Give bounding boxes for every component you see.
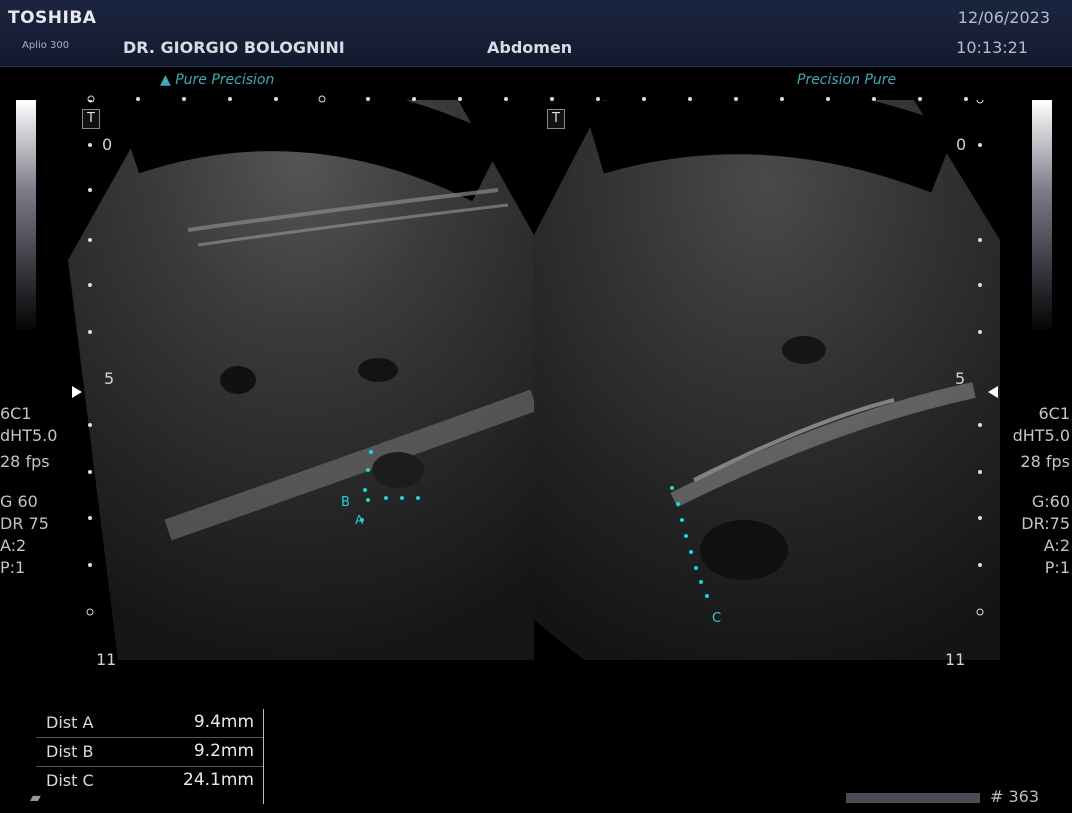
measurement-divider	[263, 709, 264, 804]
param-gain: G 60	[0, 492, 38, 511]
measurement-row: Dist A 9.4mm	[36, 709, 264, 738]
grayscale-bar-left	[16, 100, 36, 330]
measurement-row: Dist B 9.2mm	[36, 738, 264, 767]
param-gain: G:60	[1031, 492, 1070, 511]
ultrasound-image-left: B A	[68, 100, 534, 660]
depth-label-mid-left: 5	[104, 369, 115, 388]
measurement-row: Dist C 24.1mm	[36, 767, 264, 795]
param-dynamic-range: DR:75	[1021, 514, 1070, 533]
header-bar: TOSHIBA Aplio 300 DR. GIORGIO BOLOGNINI …	[0, 0, 1072, 67]
measurement-table: Dist A 9.4mm Dist B 9.2mm Dist C 24.1mm	[36, 709, 264, 795]
focus-marker-left	[72, 386, 82, 398]
depth-tick-row	[87, 95, 968, 103]
scan-params-left: 6C1 dHT5.0 28 fps G 60 DR 75 A:2 P:1	[0, 403, 57, 579]
param-framerate: 28 fps	[1020, 452, 1070, 471]
measurement-label: Dist A	[46, 713, 94, 732]
param-p: P:1	[1044, 558, 1070, 577]
device-model: Aplio 300	[22, 40, 70, 51]
probe-orientation-marker-left: T	[82, 109, 100, 129]
depth-label-top-right: 0	[956, 135, 967, 154]
exam-date: 12/06/2023	[957, 8, 1050, 27]
depth-label-top-left: 0	[102, 135, 113, 154]
param-dynamic-range: DR 75	[0, 514, 49, 533]
brand-logo: TOSHIBA	[8, 8, 97, 28]
depth-label-mid-right: 5	[955, 369, 966, 388]
param-p: P:1	[0, 558, 26, 577]
caliper-c-label: C	[712, 611, 721, 626]
focus-marker-right	[988, 386, 998, 398]
param-frequency: dHT5.0	[0, 426, 58, 445]
probe-orientation-marker-right: T	[547, 109, 565, 129]
depth-label-bottom-right: 11	[945, 650, 966, 669]
doctor-name: DR. GIORGIO BOLOGNINI	[123, 38, 345, 57]
param-spacer	[0, 473, 57, 491]
param-framerate: 28 fps	[0, 452, 50, 471]
measurement-value: 24.1mm	[183, 770, 254, 790]
ultrasound-image-right: C	[534, 100, 1000, 660]
param-spacer	[1013, 473, 1070, 491]
measurement-value: 9.4mm	[193, 712, 254, 732]
depth-label-bottom-left: 11	[96, 650, 117, 669]
param-a: A:2	[0, 536, 27, 555]
exam-time: 10:13:21	[956, 38, 1028, 57]
param-probe: 6C1	[0, 404, 32, 423]
grayscale-bar-right	[1032, 100, 1052, 330]
mode-label-left: ▲ Pure Precision	[160, 72, 275, 88]
caliper-b-label: B	[341, 495, 350, 510]
caliper-a-label: A	[355, 513, 364, 527]
measurement-label: Dist B	[46, 742, 94, 761]
param-frequency: dHT5.0	[1012, 426, 1070, 445]
cine-frame-bar[interactable]	[846, 793, 980, 803]
exam-type: Abdomen	[487, 38, 573, 57]
measurement-value: 9.2mm	[193, 741, 254, 761]
param-probe: 6C1	[1038, 404, 1070, 423]
mode-label-right: Precision Pure	[797, 72, 897, 88]
frame-count: # 363	[990, 787, 1040, 806]
cursor-icon: ▰	[30, 790, 41, 806]
param-a: A:2	[1043, 536, 1070, 555]
scan-params-right: 6C1 dHT5.0 28 fps G:60 DR:75 A:2 P:1	[1013, 403, 1070, 579]
measurement-label: Dist C	[46, 771, 94, 790]
